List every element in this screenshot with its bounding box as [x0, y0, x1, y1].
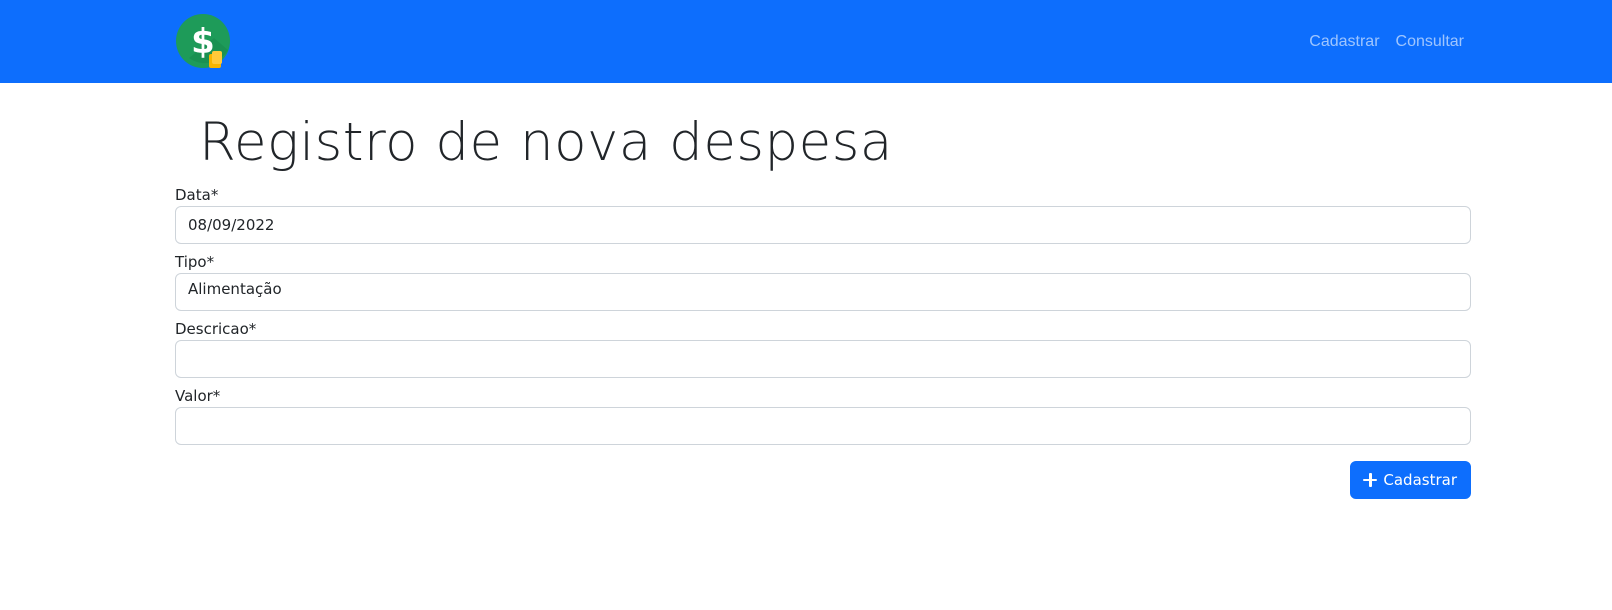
dollar-coin-icon: $ — [176, 14, 230, 68]
logo[interactable]: $ — [176, 14, 232, 70]
plus-icon — [1363, 473, 1378, 487]
descricao-input[interactable] — [175, 340, 1471, 378]
main-content: Registro de nova despesa Data* Tipo* Ali… — [175, 83, 1471, 499]
page-title: Registro de nova despesa — [199, 112, 893, 173]
nav-links: Cadastrar Consultar — [1309, 0, 1464, 83]
tipo-selected-value: Alimentação — [188, 280, 282, 298]
valor-label: Valor* — [175, 387, 221, 405]
form-actions: Cadastrar — [175, 461, 1471, 499]
data-input[interactable] — [175, 206, 1471, 244]
descricao-label: Descricao* — [175, 320, 257, 338]
data-label: Data* — [175, 186, 219, 204]
navbar: $ Cadastrar Consultar — [0, 0, 1612, 83]
tipo-label: Tipo* — [175, 253, 215, 271]
expense-form: Data* Tipo* Alimentação Descricao* Valor… — [175, 186, 1471, 499]
cadastrar-button[interactable]: Cadastrar — [1350, 461, 1471, 499]
nav-link-consultar[interactable]: Consultar — [1396, 33, 1464, 51]
valor-input[interactable] — [175, 407, 1471, 445]
cadastrar-button-label: Cadastrar — [1383, 471, 1457, 489]
tipo-select[interactable]: Alimentação — [175, 273, 1471, 311]
nav-link-cadastrar[interactable]: Cadastrar — [1309, 33, 1379, 51]
